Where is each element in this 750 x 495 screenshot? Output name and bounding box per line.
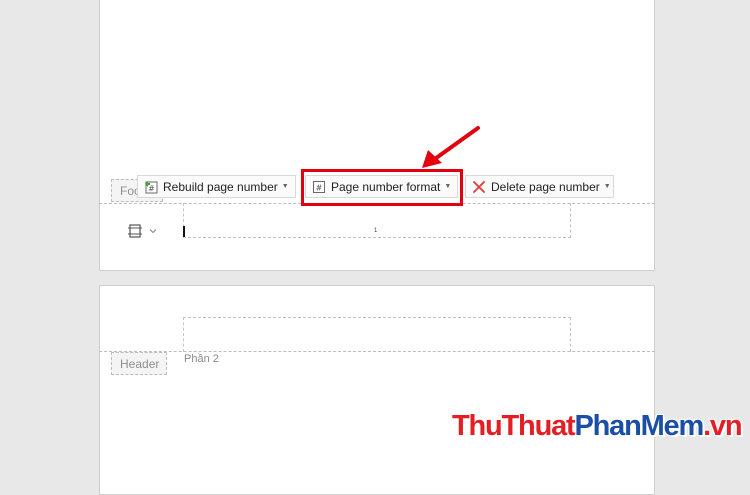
watermark-logo: ThuThuatPhanMem.vn bbox=[452, 410, 743, 442]
page-number-field: 1 bbox=[374, 228, 378, 234]
section-label: Phần 2 bbox=[184, 353, 219, 365]
header-content-area[interactable] bbox=[183, 317, 571, 352]
page-frame-icon bbox=[128, 224, 142, 238]
header-boundary-line bbox=[99, 351, 655, 352]
chevron-down-icon bbox=[149, 229, 157, 234]
page-layout-dropdown[interactable] bbox=[126, 220, 164, 242]
header-tag-label: Header bbox=[120, 356, 160, 371]
header-tag: Header bbox=[111, 352, 167, 375]
text-cursor bbox=[183, 226, 185, 237]
